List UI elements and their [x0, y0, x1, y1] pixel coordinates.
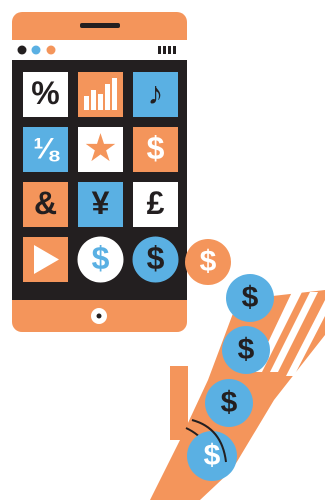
ampersand-app[interactable]: &	[23, 182, 68, 227]
music-app-symbol: ♪	[148, 75, 164, 111]
dollar-coin-icon: $	[205, 379, 253, 427]
dollar-coin-icon: $	[226, 274, 274, 322]
coin-stream: $$$$$	[185, 239, 274, 481]
pound-icon: £	[147, 185, 165, 221]
illustration: % ♪⅛ ★ $& ¥ £$ $ $$$$$	[12, 12, 325, 500]
status-dot-dark	[17, 45, 27, 55]
home-button-dot	[96, 313, 102, 319]
coin-app-white[interactable]: $	[77, 236, 124, 283]
dollar-app[interactable]: $	[133, 127, 178, 172]
dollar-icon: $	[147, 130, 165, 166]
coin-symbol: $	[221, 386, 238, 419]
ampersand-icon: &	[34, 185, 57, 221]
dollar-coin-icon: $	[185, 239, 231, 285]
yen-app-symbol: ¥	[92, 185, 110, 221]
yen-icon: ¥	[92, 185, 110, 221]
dollar-coin-icon: $	[92, 240, 110, 276]
pound-app[interactable]: £	[133, 182, 178, 227]
coin-symbol: $	[238, 333, 255, 366]
ampersand-app-symbol: &	[34, 185, 57, 221]
chart-app[interactable]	[78, 72, 123, 117]
dollar-coin-icon: $	[187, 431, 237, 481]
dollar-coin-icon: $	[222, 326, 270, 374]
coin-symbol: $	[200, 245, 217, 278]
percent-app-symbol: %	[31, 75, 59, 111]
percent-app[interactable]: %	[23, 72, 68, 117]
fraction-icon: ⅛	[33, 132, 60, 165]
speaker-slot	[80, 23, 120, 28]
coin-symbol: $	[242, 281, 259, 314]
fraction-app-symbol: ⅛	[33, 132, 60, 165]
favorites-app[interactable]: ★	[78, 127, 123, 172]
star-icon: ★	[85, 129, 115, 167]
music-app[interactable]: ♪	[133, 72, 178, 117]
music-note-icon: ♪	[148, 75, 164, 111]
dollar-app-symbol: $	[147, 130, 165, 166]
status-dot-orange	[46, 45, 56, 55]
pound-app-symbol: £	[147, 185, 165, 221]
status-dot-blue	[31, 45, 41, 55]
dollar-coin-icon: $	[147, 240, 165, 276]
coin-app-white-symbol: $	[92, 240, 110, 276]
fraction-app[interactable]: ⅛	[23, 127, 68, 172]
favorites-app-symbol: ★	[85, 129, 115, 167]
yen-app[interactable]: ¥	[78, 182, 123, 227]
play-app[interactable]	[23, 237, 68, 282]
coin-symbol: $	[204, 439, 221, 472]
coin-app-blue-symbol: $	[147, 240, 165, 276]
percent-icon: %	[31, 75, 59, 111]
coin-app-blue[interactable]: $	[132, 236, 179, 283]
